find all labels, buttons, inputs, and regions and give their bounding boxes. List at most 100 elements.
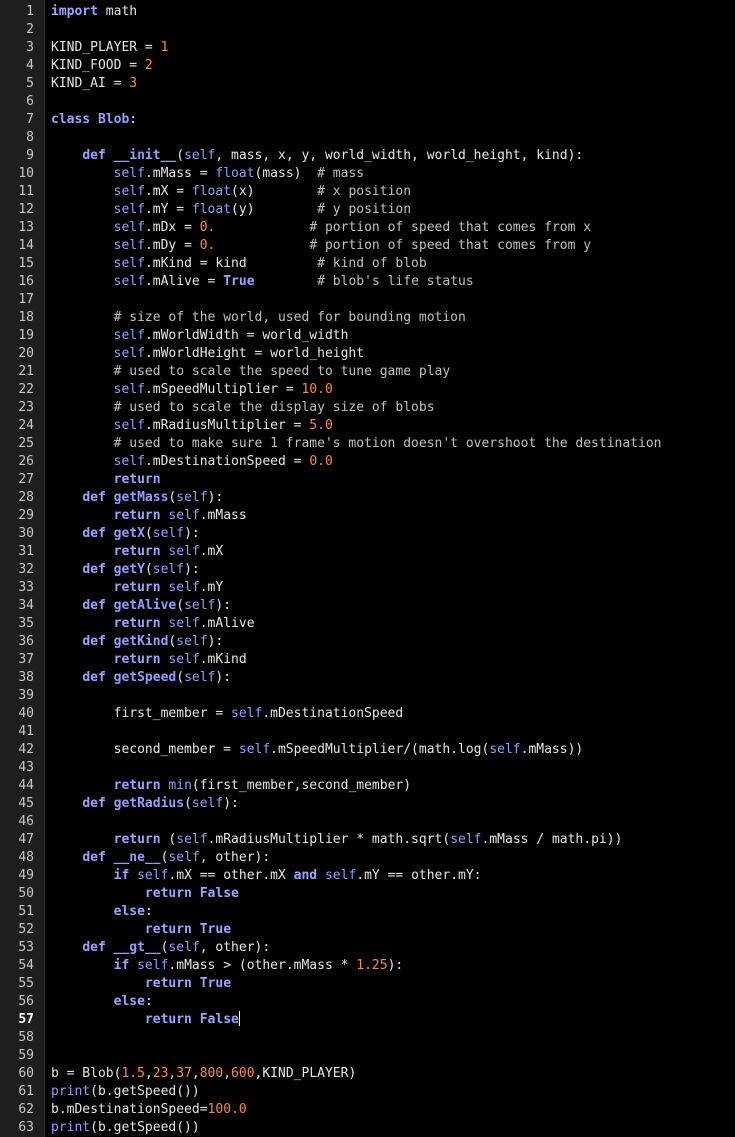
code-text[interactable]: print(b.getSpeed()) [51, 1083, 200, 1101]
code-text[interactable]: return self.mX [51, 543, 224, 561]
code-line[interactable]: 5 KIND_AI = 3 [0, 75, 735, 93]
code-line[interactable]: 54 if self.mMass > (other.mMass * 1.25): [0, 957, 735, 975]
code-line[interactable]: 46 [0, 813, 735, 831]
code-line[interactable]: 14 self.mDy = 0. # portion of speed that… [0, 237, 735, 255]
code-line[interactable]: 1 import math [0, 3, 735, 21]
code-line[interactable]: 31 return self.mX [0, 543, 735, 561]
code-text[interactable]: first_member = self.mDestinationSpeed [51, 705, 404, 723]
code-line[interactable]: 32 def getY(self): [0, 561, 735, 579]
code-line[interactable]: 62 b.mDestinationSpeed=100.0 [0, 1101, 735, 1119]
code-text[interactable]: return self.mAlive [51, 615, 255, 633]
code-text[interactable]: self.mX = float(x) # x position [51, 183, 411, 201]
code-line[interactable]: 29 return self.mMass [0, 507, 735, 525]
code-line[interactable]: 10 self.mMass = float(mass) # mass [0, 165, 735, 183]
code-text[interactable]: self.mRadiusMultiplier = 5.0 [51, 417, 333, 435]
code-text[interactable]: self.mDestinationSpeed = 0.0 [51, 453, 333, 471]
code-text[interactable]: if self.mX == other.mX and self.mY == ot… [51, 867, 482, 885]
code-text[interactable]: class Blob: [51, 111, 137, 129]
code-line[interactable]: 52 return True [0, 921, 735, 939]
code-text[interactable]: return (self.mRadiusMultiplier * math.sq… [51, 831, 623, 849]
code-text[interactable]: self.mMass = float(mass) # mass [51, 165, 365, 183]
code-lines[interactable]: 1 import math 2 3 KIND_PLAYER = 1 4 KIND_FOOD … [0, 3, 735, 1137]
code-line[interactable]: 11 self.mX = float(x) # x position [0, 183, 735, 201]
code-line[interactable]: 44 return min(first_member,second_member… [0, 777, 735, 795]
code-text[interactable]: import math [51, 3, 137, 21]
code-text[interactable]: return self.mMass [51, 507, 247, 525]
code-line[interactable]: 49 if self.mX == other.mX and self.mY ==… [0, 867, 735, 885]
code-line[interactable]: 4 KIND_FOOD = 2 [0, 57, 735, 75]
code-text[interactable]: KIND_PLAYER = 1 [51, 39, 168, 57]
code-text[interactable]: def getX(self): [51, 525, 199, 543]
code-text[interactable]: return self.mY [51, 579, 224, 597]
code-text[interactable]: return True [51, 921, 231, 939]
code-line[interactable]: 37 return self.mKind [0, 651, 735, 669]
code-editor[interactable]: 1 import math 2 3 KIND_PLAYER = 1 4 KIND_FOOD … [0, 0, 735, 1137]
code-text[interactable]: else: [51, 903, 153, 921]
code-line[interactable]: 25 # used to make sure 1 frame's motion … [0, 435, 735, 453]
code-line[interactable]: 26 self.mDestinationSpeed = 0.0 [0, 453, 735, 471]
code-text[interactable]: self.mWorldWidth = world_width [51, 327, 349, 345]
code-line[interactable]: 51 else: [0, 903, 735, 921]
code-line[interactable]: 61 print(b.getSpeed()) [0, 1083, 735, 1101]
code-text[interactable]: return [51, 471, 161, 489]
code-line[interactable]: 27 return [0, 471, 735, 489]
code-line[interactable]: 55 return True [0, 975, 735, 993]
code-line[interactable]: 58 [0, 1029, 735, 1047]
code-line[interactable]: 20 self.mWorldHeight = world_height [0, 345, 735, 363]
code-text[interactable]: self.mKind = kind # kind of blob [51, 255, 427, 273]
code-line[interactable]: 56 else: [0, 993, 735, 1011]
code-text[interactable]: # used to make sure 1 frame's motion doe… [51, 435, 662, 453]
code-line[interactable]: 30 def getX(self): [0, 525, 735, 543]
code-text[interactable]: def getSpeed(self): [51, 669, 231, 687]
code-text[interactable]: self.mSpeedMultiplier = 10.0 [51, 381, 333, 399]
code-line[interactable]: 35 return self.mAlive [0, 615, 735, 633]
code-text[interactable]: print(b.getSpeed()) [51, 1119, 200, 1137]
code-line[interactable]: 12 self.mY = float(y) # y position [0, 201, 735, 219]
code-line[interactable]: 7 class Blob: [0, 111, 735, 129]
code-text[interactable]: def __init__(self, mass, x, y, world_wid… [51, 147, 583, 165]
code-text[interactable]: # size of the world, used for bounding m… [51, 309, 466, 327]
code-line[interactable]: 63 print(b.getSpeed()) [0, 1119, 735, 1137]
code-line[interactable]: 53 def __gt__(self, other): [0, 939, 735, 957]
code-text[interactable]: KIND_AI = 3 [51, 75, 137, 93]
code-text[interactable]: self.mY = float(y) # y position [51, 201, 411, 219]
code-line[interactable]: 3 KIND_PLAYER = 1 [0, 39, 735, 57]
code-line[interactable]: 9 def __init__(self, mass, x, y, world_w… [0, 147, 735, 165]
code-text[interactable]: return True [51, 975, 231, 993]
code-text[interactable]: return self.mKind [51, 651, 247, 669]
code-text[interactable]: # used to scale the display size of blob… [51, 399, 435, 417]
code-line[interactable]: 23 # used to scale the display size of b… [0, 399, 735, 417]
code-text[interactable]: else: [51, 993, 153, 1011]
code-text[interactable]: return False [51, 885, 239, 903]
code-line[interactable]: 60 b = Blob(1.5,23,37,800,600,KIND_PLAYER… [0, 1065, 735, 1083]
code-text[interactable]: KIND_FOOD = 2 [51, 57, 153, 75]
code-line[interactable]: 22 self.mSpeedMultiplier = 10.0 [0, 381, 735, 399]
code-text[interactable]: def getAlive(self): [51, 597, 231, 615]
code-text[interactable]: def getRadius(self): [51, 795, 239, 813]
code-line[interactable]: 36 def getKind(self): [0, 633, 735, 651]
code-text[interactable]: second_member = self.mSpeedMultiplier/(m… [51, 741, 584, 759]
code-line[interactable]: 59 [0, 1047, 735, 1065]
code-line[interactable]: 39 [0, 687, 735, 705]
code-text[interactable]: b.mDestinationSpeed=100.0 [51, 1101, 247, 1119]
code-text[interactable]: return min(first_member,second_member) [51, 777, 411, 795]
code-line[interactable]: 28 def getMass(self): [0, 489, 735, 507]
code-line[interactable]: 41 [0, 723, 735, 741]
code-line[interactable]: 19 self.mWorldWidth = world_width [0, 327, 735, 345]
code-line[interactable]: 45 def getRadius(self): [0, 795, 735, 813]
code-text[interactable]: self.mAlive = True # blob's life status [51, 273, 474, 291]
code-line[interactable]: 34 def getAlive(self): [0, 597, 735, 615]
code-text[interactable]: def __gt__(self, other): [51, 939, 270, 957]
code-line[interactable]: 8 [0, 129, 735, 147]
code-line[interactable]: 16 self.mAlive = True # blob's life stat… [0, 273, 735, 291]
code-line[interactable]: 21 # used to scale the speed to tune gam… [0, 363, 735, 381]
code-line[interactable]: 48 def __ne__(self, other): [0, 849, 735, 867]
code-line[interactable]: 24 self.mRadiusMultiplier = 5.0 [0, 417, 735, 435]
code-text[interactable]: def getMass(self): [51, 489, 223, 507]
code-text[interactable]: return False [51, 1011, 240, 1029]
code-text[interactable]: def __ne__(self, other): [51, 849, 270, 867]
code-line[interactable]: 13 self.mDx = 0. # portion of speed that… [0, 219, 735, 237]
code-line[interactable]: 50 return False [0, 885, 735, 903]
code-line[interactable]: 17 [0, 291, 735, 309]
code-text[interactable]: self.mWorldHeight = world_height [51, 345, 364, 363]
